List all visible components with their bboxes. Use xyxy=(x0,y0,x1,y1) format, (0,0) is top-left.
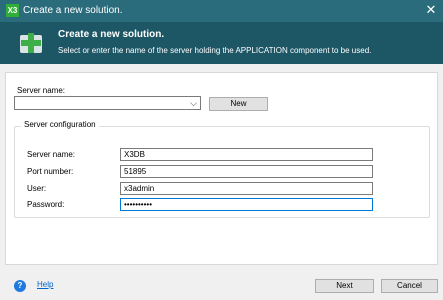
help-icon[interactable]: ? xyxy=(14,280,26,292)
password-field[interactable]: •••••••••• xyxy=(120,198,373,211)
close-icon[interactable]: ✕ xyxy=(423,2,439,18)
wizard-header: Create a new solution. Select or enter t… xyxy=(0,22,443,64)
group-title: Server configuration xyxy=(21,120,99,130)
config-server-name-label: Server name: xyxy=(27,150,76,159)
header-subtitle: Select or enter the name of the server h… xyxy=(58,46,372,55)
server-name-combobox[interactable]: ⌵ xyxy=(14,96,201,110)
user-label: User: xyxy=(27,184,47,193)
x3-app-icon: X3 xyxy=(6,4,19,17)
next-button[interactable]: Next xyxy=(315,279,374,293)
header-title: Create a new solution. xyxy=(58,29,165,40)
server-name-label: Server name: xyxy=(17,86,66,95)
help-link[interactable]: Help xyxy=(37,280,53,290)
cancel-button[interactable]: Cancel xyxy=(381,279,438,293)
user-field[interactable]: x3admin xyxy=(120,182,373,195)
plus-server-icon xyxy=(20,33,42,53)
new-button[interactable]: New xyxy=(209,97,268,111)
server-name-field[interactable]: X3DB xyxy=(120,148,373,161)
password-label: Password: xyxy=(27,200,65,209)
port-number-label: Port number: xyxy=(27,167,74,176)
port-number-field[interactable]: 51895 xyxy=(120,165,373,178)
window-title: Create a new solution. xyxy=(23,5,123,16)
title-bar: X3 Create a new solution. ✕ xyxy=(0,0,443,22)
chevron-down-icon[interactable]: ⌵ xyxy=(190,98,197,108)
